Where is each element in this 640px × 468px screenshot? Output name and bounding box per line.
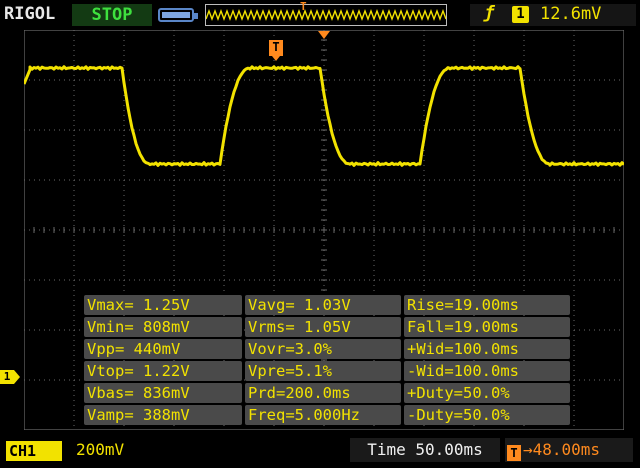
overview-trigger-marker: T <box>300 0 307 13</box>
top-bar: RIGOL STOP T ƒ 1 12.6mV <box>0 0 640 30</box>
measurement-cell: Vamp= 388mV <box>84 405 242 425</box>
ch1-ground-marker[interactable]: 1 <box>0 370 20 384</box>
run-stop-status[interactable]: STOP <box>72 4 152 26</box>
measurement-cell: Vmax= 1.25V <box>84 295 242 315</box>
measurement-cell: Prd=200.0ms <box>245 383 401 403</box>
trigger-marker: T <box>269 40 283 61</box>
battery-icon <box>158 8 198 22</box>
measurement-cell: +Duty=50.0% <box>404 383 570 403</box>
measurement-cell: -Duty=50.0% <box>404 405 570 425</box>
rising-edge-icon: ƒ <box>484 3 495 23</box>
trigger-position-arrow <box>318 31 330 39</box>
measurement-cell: Vovr=3.0% <box>245 339 401 359</box>
measurement-cell: Vtop= 1.22V <box>84 361 242 381</box>
trigger-source-badge: 1 <box>512 6 529 23</box>
measurement-cell: Vbas= 836mV <box>84 383 242 403</box>
measurement-cell: Vrms= 1.05V <box>245 317 401 337</box>
trigger-delay-icon: T <box>507 445 521 461</box>
measurement-cell: Vavg= 1.03V <box>245 295 401 315</box>
waveform-overview[interactable] <box>205 4 447 26</box>
measurement-cell: Freq=5.000Hz <box>245 405 401 425</box>
measurement-cell: Vpp= 440mV <box>84 339 242 359</box>
ch1-vertical-scale[interactable]: 200mV <box>76 440 124 459</box>
measurement-panel: Vmax= 1.25V Vavg= 1.03V Rise=19.00ms Vmin= … <box>84 295 570 429</box>
overview-wave <box>205 9 447 21</box>
measurement-cell: +Wid=100.0ms <box>404 339 570 359</box>
measurement-cell: -Wid=100.0ms <box>404 361 570 381</box>
ch1-badge[interactable]: CH1 <box>6 441 62 461</box>
measurement-cell: Rise=19.00ms <box>404 295 570 315</box>
measurement-cell: Vmin= 808mV <box>84 317 242 337</box>
measurement-cell: Fall=19.00ms <box>404 317 570 337</box>
trigger-delay-value: →48.00ms <box>523 440 601 459</box>
timebase[interactable]: Time 50.00ms <box>350 438 500 462</box>
trigger-delay[interactable]: T →48.00ms <box>505 438 633 462</box>
measurement-cell: Vpre=5.1% <box>245 361 401 381</box>
brand-logo: RIGOL <box>4 4 56 24</box>
trigger-level: 12.6mV <box>540 4 602 24</box>
